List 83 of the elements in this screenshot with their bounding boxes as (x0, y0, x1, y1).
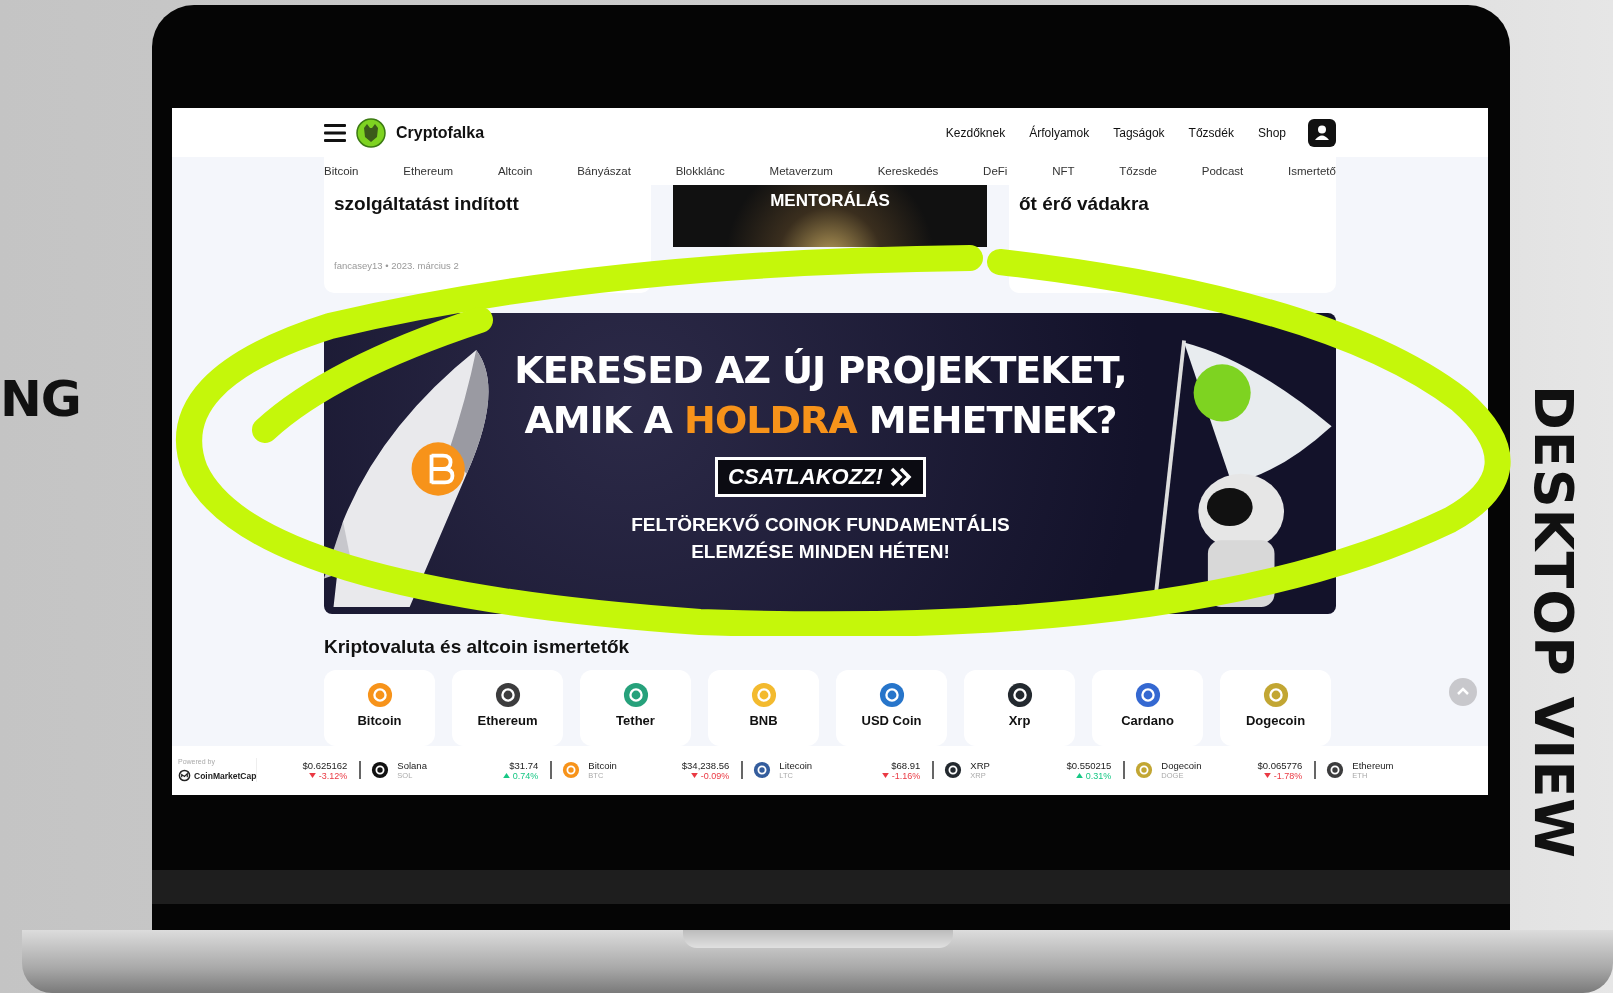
coin-name: Dogecoin (1161, 760, 1202, 772)
coin-card[interactable]: Dogecoin (1220, 669, 1331, 746)
nav-link[interactable]: Tőzsdék (1188, 125, 1234, 140)
category-link[interactable]: Ethereum (403, 164, 454, 177)
category-link[interactable]: Bányászat (577, 164, 631, 177)
coin-icon (366, 681, 393, 708)
coin-name: Ethereum (1352, 760, 1394, 772)
banner-headline: KERESED AZ ÚJ PROJEKTEKET, (514, 346, 1127, 394)
coin-icon (494, 681, 521, 708)
section-title: Kriptovaluta és altcoin ismertetők (324, 635, 630, 658)
category-link[interactable]: Ismertető (1288, 164, 1336, 177)
price-change: -3.12% (318, 770, 348, 781)
coin-price: $34,238.56 (681, 759, 730, 771)
coin-card[interactable]: USD Coin (836, 669, 947, 746)
down-triangle-icon (881, 773, 889, 779)
coin-icon (1135, 761, 1154, 780)
coin-card[interactable]: Bitcoin (324, 669, 435, 746)
category-link[interactable]: Podcast (1201, 164, 1244, 177)
price-change: -0.09% (700, 770, 730, 781)
brand-name: CoinMarketCap (194, 770, 257, 781)
coin-price: $0.550215 (1066, 759, 1112, 771)
down-triangle-icon (1263, 773, 1271, 779)
category-link[interactable]: Tőzsde (1119, 164, 1157, 177)
image-caption: MENTORÁLÁS (770, 190, 890, 211)
category-link[interactable]: Metaverzum (769, 164, 833, 177)
coin-icon (750, 681, 777, 708)
nav-link[interactable]: Shop (1257, 125, 1286, 140)
category-link[interactable]: NFT (1052, 164, 1075, 177)
menu-icon[interactable] (324, 123, 346, 142)
promo-banner[interactable]: KERESED AZ ÚJ PROJEKTEKET, AMIK A HOLDRA MEHETNEK? CSATLAKOZZ! FELTÖREKVŐ COINOK FUNDAMENTÁLIS ELEMZÉSE MINDEN HÉTEN! (324, 312, 1336, 614)
coin-icon (878, 681, 905, 708)
coin-price: $0.065776 (1257, 759, 1303, 771)
price-change: -1.16% (891, 770, 921, 781)
category-link[interactable]: Bitcoin (324, 164, 359, 177)
coin-price: $68.91 (891, 759, 921, 771)
user-account-icon[interactable] (1308, 118, 1336, 147)
coin-icon (1262, 681, 1289, 708)
coin-name: Litecoin (779, 760, 813, 772)
coin-icon (753, 761, 772, 780)
coin-icon (1006, 681, 1033, 708)
price-change: -1.78% (1273, 770, 1303, 781)
coin-card[interactable]: Xrp (964, 669, 1075, 746)
price-change: 0.31% (1085, 770, 1112, 781)
banner-subtext: FELTÖREKVŐ COINOK FUNDAMENTÁLIS (631, 512, 1010, 537)
brand-logo-icon (178, 769, 191, 783)
category-link[interactable]: Blokklánc (675, 164, 725, 177)
up-triangle-icon (502, 773, 510, 779)
coin-icon (1326, 761, 1345, 780)
down-triangle-icon (308, 773, 316, 779)
coin-icon (562, 761, 581, 780)
article-title[interactable]: őt érő vádakra (1019, 192, 1326, 215)
category-link[interactable]: DeFi (983, 164, 1008, 177)
article-meta: fancasey13 • 2023. március 2 (334, 259, 460, 271)
price-change: 0.74% (512, 770, 539, 781)
coin-card[interactable]: BNB (708, 669, 819, 746)
article-title[interactable]: szolgáltatást indított (334, 192, 641, 215)
coin-icon (1134, 681, 1161, 708)
coin-price: $31.74 (509, 759, 539, 771)
coin-name: Solana (397, 760, 427, 772)
coin-name: Bitcoin (588, 760, 617, 772)
coin-card[interactable]: Tether (580, 669, 691, 746)
coin-price: $0.625162 (302, 759, 348, 771)
coin-icon (371, 761, 390, 780)
down-triangle-icon (690, 773, 698, 779)
nav-link[interactable]: Kezdőknek (945, 125, 1006, 140)
banner-headline: AMIK A HOLDRA MEHETNEK? (524, 396, 1117, 444)
double-chevron-icon (888, 466, 913, 487)
coin-card[interactable]: Ethereum (452, 669, 563, 746)
coin-icon (622, 681, 649, 708)
coin-icon (944, 761, 963, 780)
coin-card[interactable]: Cardano (1092, 669, 1203, 746)
nav-link[interactable]: Árfolyamok (1029, 125, 1090, 140)
up-triangle-icon (1075, 773, 1083, 779)
nav-link[interactable]: Tagságok (1113, 125, 1165, 140)
headline-text: NG (0, 370, 81, 428)
banner-subtext: ELEMZÉSE MINDEN HÉTEN! (691, 539, 950, 564)
category-link[interactable]: Altcoin (497, 164, 533, 177)
coin-name: XRP (970, 760, 990, 772)
article-image[interactable]: MENTORÁLÁS (673, 184, 987, 247)
site-logo-text[interactable]: Cryptofalka (396, 123, 485, 142)
desktop-view-label: DESKTOP VIEW (1522, 385, 1585, 861)
join-button[interactable]: CSATLAKOZZ! (715, 456, 926, 497)
category-link[interactable]: Kereskedés (877, 164, 939, 177)
